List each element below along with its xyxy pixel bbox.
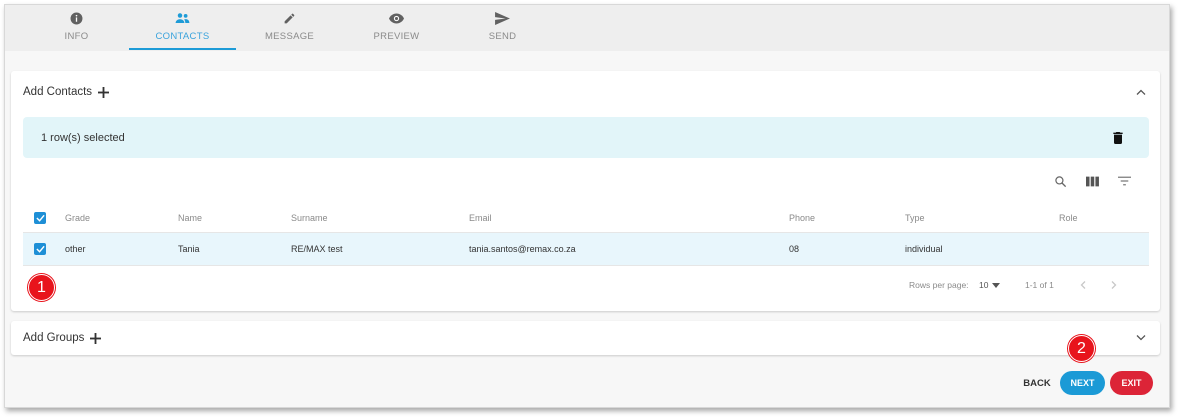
send-icon: [495, 11, 510, 25]
column-header-name[interactable]: Name: [178, 213, 202, 223]
tab-contacts[interactable]: CONTACTS: [129, 5, 236, 51]
column-header-role[interactable]: Role: [1059, 213, 1078, 223]
info-icon: [70, 11, 83, 25]
groups-panel-title: Add Groups: [23, 332, 85, 344]
row-checkbox[interactable]: [34, 243, 46, 255]
eye-icon: [389, 11, 404, 25]
selection-toolbar: 1 row(s) selected: [23, 117, 1149, 158]
tab-label: MESSAGE: [264, 31, 315, 42]
column-header-email[interactable]: Email: [469, 213, 492, 223]
table-pagination: Rows per page: 10 1-1 of 1: [23, 267, 1149, 303]
groups-panel: Add Groups: [11, 321, 1160, 355]
plus-icon[interactable]: [90, 332, 102, 344]
table-row[interactable]: other Tania RE/MAX test tania.santos@rem…: [23, 233, 1149, 266]
cell-type: individual: [905, 244, 943, 254]
next-button[interactable]: NEXT: [1060, 371, 1105, 395]
column-header-grade[interactable]: Grade: [65, 213, 90, 223]
pagination-range: 1-1 of 1: [1025, 280, 1054, 290]
tab-label: PREVIEW: [373, 31, 420, 42]
rows-per-page-value: 10: [979, 280, 989, 290]
search-icon[interactable]: [1044, 171, 1076, 191]
selected-count: 1 row(s) selected: [41, 131, 125, 144]
columns-icon[interactable]: [1076, 171, 1108, 191]
delete-icon[interactable]: [1113, 131, 1123, 144]
tab-preview[interactable]: PREVIEW: [343, 5, 450, 51]
back-button[interactable]: BACK: [1017, 371, 1057, 395]
column-header-surname[interactable]: Surname: [291, 213, 328, 223]
chevron-up-icon[interactable]: [1136, 89, 1146, 96]
wizard-tabs: INFO CONTACTS MESSAGE PREVIEW SEND: [5, 5, 1169, 51]
groups-panel-header[interactable]: Add Groups: [11, 321, 1160, 355]
filter-icon[interactable]: [1108, 171, 1140, 191]
tab-label: CONTACTS: [155, 31, 210, 42]
cell-name: Tania: [178, 244, 200, 254]
contacts-panel-header[interactable]: Add Contacts: [11, 71, 1160, 113]
cell-email: tania.santos@remax.co.za: [469, 244, 576, 254]
tab-message[interactable]: MESSAGE: [236, 5, 343, 51]
contacts-panel-title: Add Contacts: [23, 86, 93, 98]
cell-phone: 08: [789, 244, 800, 254]
tab-label: SEND: [488, 31, 517, 42]
plus-icon[interactable]: [98, 86, 110, 98]
column-header-type[interactable]: Type: [905, 213, 925, 223]
main-content: Add Contacts 1 row(s) selected Grade Nam…: [5, 51, 1169, 407]
chevron-down-icon[interactable]: [1136, 335, 1146, 342]
select-all-checkbox[interactable]: [34, 211, 46, 224]
tab-info[interactable]: INFO: [23, 5, 130, 51]
column-header-phone[interactable]: Phone: [789, 213, 815, 223]
next-page-icon[interactable]: [1111, 281, 1117, 290]
annotation-marker-2: 2: [1068, 335, 1095, 362]
tab-label: INFO: [64, 31, 89, 42]
table-toolbar: [1044, 171, 1140, 191]
pencil-icon: [283, 11, 296, 25]
previous-page-icon[interactable]: [1080, 281, 1086, 290]
contacts-panel: Add Contacts 1 row(s) selected Grade Nam…: [11, 71, 1160, 311]
cell-surname: RE/MAX test: [291, 244, 343, 254]
table-header-row: Grade Name Surname Email Phone Type Role: [23, 203, 1149, 233]
annotation-marker-1: 1: [28, 274, 55, 301]
exit-button[interactable]: EXIT: [1110, 371, 1153, 395]
rows-per-page-select[interactable]: 10: [979, 280, 1001, 290]
rows-per-page-label: Rows per page:: [909, 280, 969, 290]
app-window: INFO CONTACTS MESSAGE PREVIEW SEND Add C…: [4, 4, 1170, 408]
cell-grade: other: [65, 244, 86, 254]
caret-down-icon: [992, 280, 1001, 290]
tab-send[interactable]: SEND: [449, 5, 556, 51]
people-icon: [175, 11, 190, 25]
contacts-table: Grade Name Surname Email Phone Type Role…: [23, 203, 1149, 266]
